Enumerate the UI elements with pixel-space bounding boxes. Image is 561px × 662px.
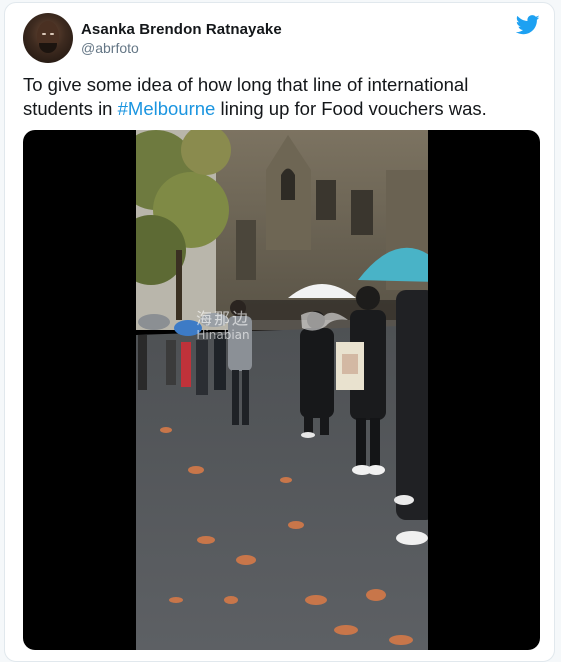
video-frame[interactable]: 海那边 Hinabian xyxy=(136,130,428,650)
person xyxy=(300,328,334,418)
tote-print xyxy=(342,354,358,374)
avatar[interactable] xyxy=(23,13,73,63)
person xyxy=(396,290,428,520)
sneaker xyxy=(301,432,315,438)
twitter-bird-icon[interactable] xyxy=(516,15,540,35)
person-leg xyxy=(242,370,249,425)
person-leg xyxy=(232,370,239,425)
church-window xyxy=(316,180,336,220)
watermark: 海那边 Hinabian xyxy=(196,305,250,342)
tweet-text-end: lining up for Food vouchers was. xyxy=(215,98,487,119)
church-window xyxy=(351,190,373,235)
tweet-media[interactable]: 海那边 Hinabian xyxy=(23,130,540,650)
watermark-cn: 海那边 xyxy=(196,309,251,328)
tree-trunk xyxy=(176,250,182,320)
person-leg xyxy=(370,418,380,468)
church-window xyxy=(236,220,256,280)
church-window xyxy=(281,168,295,200)
hashtag-link[interactable]: #Melbourne xyxy=(118,98,216,119)
author-handle[interactable]: @abrfoto xyxy=(81,40,139,56)
person-leg xyxy=(304,415,313,435)
person-head xyxy=(356,286,380,310)
watermark-en: Hinabian xyxy=(196,328,250,342)
avatar-beard xyxy=(39,43,57,53)
avatar-eye xyxy=(42,33,46,35)
person-leg xyxy=(356,418,366,468)
author-name[interactable]: Asanka Brendon Ratnayake xyxy=(81,21,282,38)
sneaker xyxy=(367,465,385,475)
sneaker xyxy=(396,531,428,545)
sneaker xyxy=(394,495,414,505)
person-leg xyxy=(320,415,329,435)
tweet-card: Asanka Brendon Ratnayake @abrfoto To giv… xyxy=(4,2,555,662)
avatar-eye xyxy=(50,33,54,35)
tweet-text: To give some idea of how long that line … xyxy=(23,73,533,121)
video-scene xyxy=(136,130,428,650)
umbrella xyxy=(138,314,170,330)
